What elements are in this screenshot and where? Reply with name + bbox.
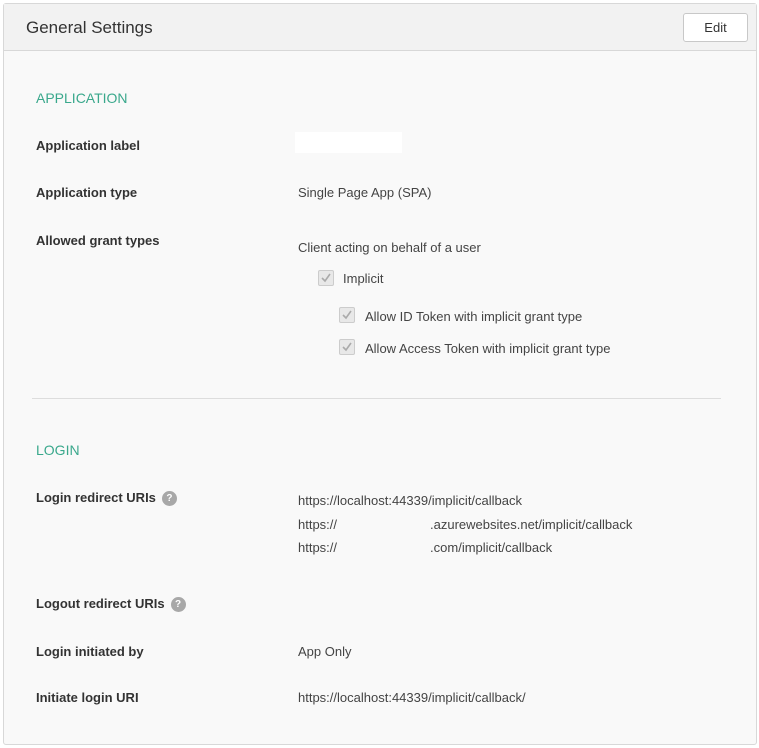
redirect-uri-3: https:// .com/implicit/callback [298, 540, 552, 555]
edit-button[interactable]: Edit [683, 13, 748, 42]
application-label-label: Application label [36, 138, 141, 153]
application-type-label: Application type [36, 185, 138, 200]
implicit-label: Implicit [343, 271, 384, 286]
section-login: LOGIN [36, 442, 80, 458]
initiate-uri-label: Initiate login URI [36, 690, 139, 705]
login-initiated-value: App Only [298, 644, 352, 659]
redirect-uri-3-suffix: .com/implicit/callback [430, 540, 553, 555]
redacted-application-label [295, 132, 402, 153]
redirect-uri-3-prefix: https:// [298, 540, 338, 555]
section-divider [32, 398, 721, 399]
redirect-uri-2-suffix: .azurewebsites.net/implicit/callback [430, 517, 633, 532]
allow-id-token-checkbox[interactable] [339, 307, 355, 323]
login-redirect-text: Login redirect URIs [36, 490, 156, 505]
grant-intro: Client acting on behalf of a user [298, 240, 481, 255]
redirect-uri-1: https://localhost:44339/implicit/callbac… [298, 493, 523, 508]
grant-types-label: Allowed grant types [36, 233, 160, 248]
redirect-uri-2: https:// .azurewebsites.net/implicit/call… [298, 517, 632, 532]
panel-header: General Settings Edit [4, 4, 756, 51]
help-icon[interactable]: ? [170, 597, 186, 613]
initiate-uri-value: https://localhost:44339/implicit/callbac… [298, 690, 526, 705]
section-application: APPLICATION [36, 90, 128, 106]
panel-title: General Settings [26, 18, 153, 37]
general-settings-panel: General Settings Edit [3, 3, 757, 745]
login-redirect-label: Login redirect URIs? [36, 490, 177, 507]
allow-access-token-checkbox[interactable] [339, 339, 355, 355]
redirect-uri-2-prefix: https:// [298, 517, 338, 532]
implicit-checkbox[interactable] [318, 270, 334, 286]
logout-redirect-text: Logout redirect URIs [36, 596, 165, 611]
check-icon [321, 273, 331, 283]
check-icon [342, 342, 352, 352]
application-type-value: Single Page App (SPA) [298, 185, 432, 200]
allow-id-token-label: Allow ID Token with implicit grant type [365, 309, 583, 324]
logout-redirect-label: Logout redirect URIs? [36, 596, 186, 613]
check-icon [342, 310, 352, 320]
login-initiated-label: Login initiated by [36, 644, 144, 659]
help-icon[interactable]: ? [161, 491, 177, 507]
allow-access-token-label: Allow Access Token with implicit grant t… [365, 341, 611, 356]
